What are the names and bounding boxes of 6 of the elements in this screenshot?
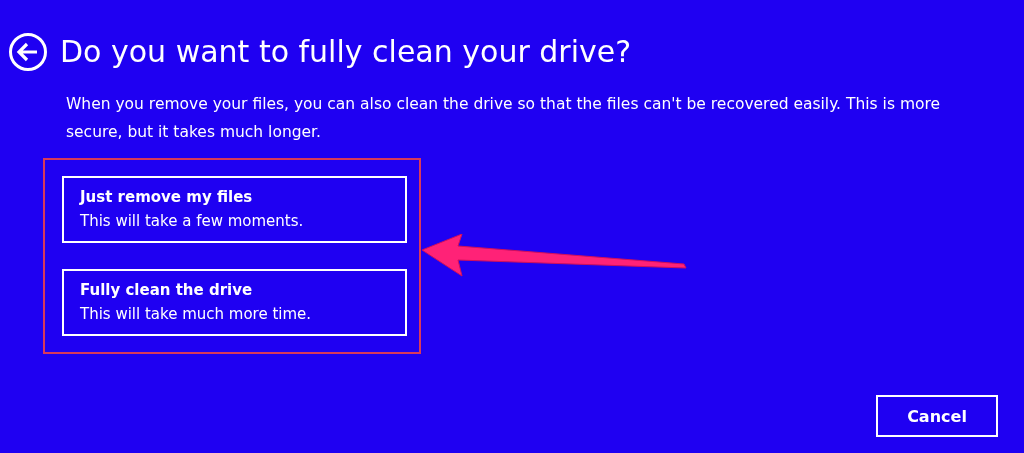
- option-button[interactable]: Fully clean the drive This will take much more time.: [62, 269, 407, 336]
- page-title: Do you want to fully clean your drive?: [60, 33, 632, 71]
- back-icon[interactable]: [8, 32, 48, 72]
- cancel-button[interactable]: Cancel: [876, 395, 998, 437]
- option-button[interactable]: Just remove my files This will take a few moments.: [62, 176, 407, 243]
- description-text: When you remove your files, you can also clean the drive so that the files can't be recovered easily. This is more secure, but it takes much longer.: [66, 94, 942, 143]
